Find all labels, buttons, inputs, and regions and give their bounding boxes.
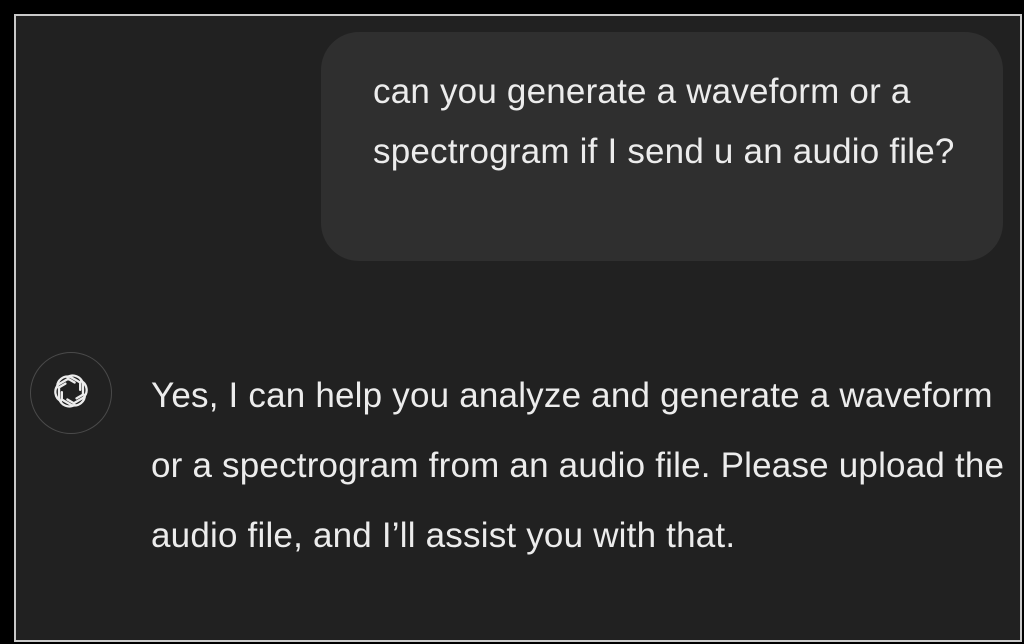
user-message-text: can you generate a waveform or a spectro…: [373, 72, 955, 171]
openai-logo-icon: [48, 368, 94, 419]
chat-panel: can you generate a waveform or a spectro…: [14, 14, 1022, 642]
user-message-bubble: can you generate a waveform or a spectro…: [321, 32, 1003, 261]
assistant-avatar: [30, 352, 112, 434]
screenshot-frame: can you generate a waveform or a spectro…: [0, 0, 1024, 644]
assistant-message-text: Yes, I can help you analyze and generate…: [151, 376, 1005, 555]
